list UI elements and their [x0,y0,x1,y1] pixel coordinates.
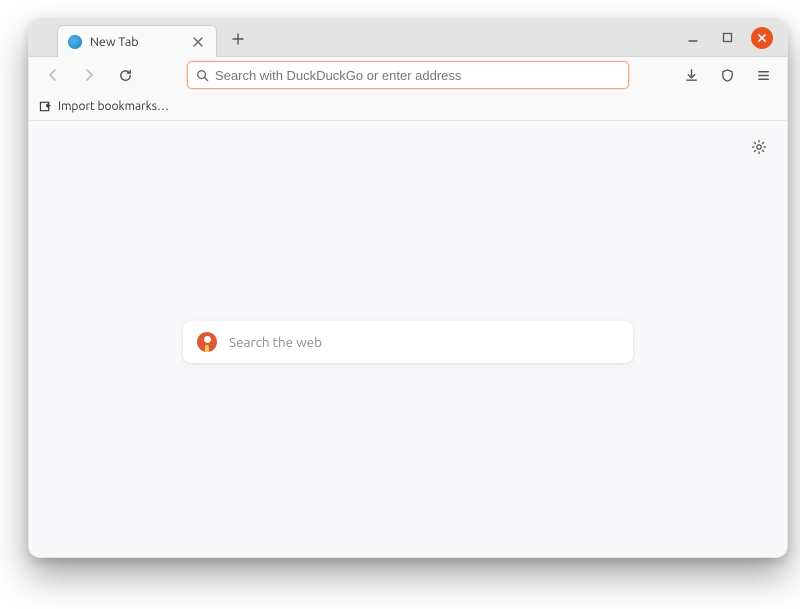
tab-active[interactable]: New Tab [57,25,217,57]
firefox-favicon-icon [68,35,82,49]
forward-button[interactable] [75,61,103,89]
titlebar: New Tab [29,19,787,57]
window-controls [683,19,787,56]
close-tab-button[interactable] [190,34,206,50]
import-bookmarks-icon [39,100,52,113]
close-window-button[interactable] [751,27,773,49]
newtab-search-placeholder: Search the web [229,334,322,350]
newtab-settings-button[interactable] [747,135,771,159]
tab-strip: New Tab [29,19,683,56]
browser-window: New Tab [28,18,788,558]
minimize-button[interactable] [683,28,703,48]
reload-button[interactable] [111,61,139,89]
back-button[interactable] [39,61,67,89]
newtab-search-box[interactable]: Search the web [183,321,633,363]
bookmarks-toolbar: Import bookmarks… [29,93,787,121]
shield-icon[interactable] [713,61,741,89]
url-bar[interactable] [187,61,629,89]
app-menu-button[interactable] [749,61,777,89]
downloads-button[interactable] [677,61,705,89]
tab-title: New Tab [90,35,182,49]
new-tab-button[interactable] [225,26,251,52]
maximize-button[interactable] [717,28,737,48]
search-icon [196,69,209,82]
import-bookmarks-button[interactable]: Import bookmarks… [58,100,169,113]
new-tab-page: Search the web [29,121,787,557]
navigation-toolbar [29,57,787,93]
url-input[interactable] [215,68,620,83]
duckduckgo-icon [197,332,217,352]
